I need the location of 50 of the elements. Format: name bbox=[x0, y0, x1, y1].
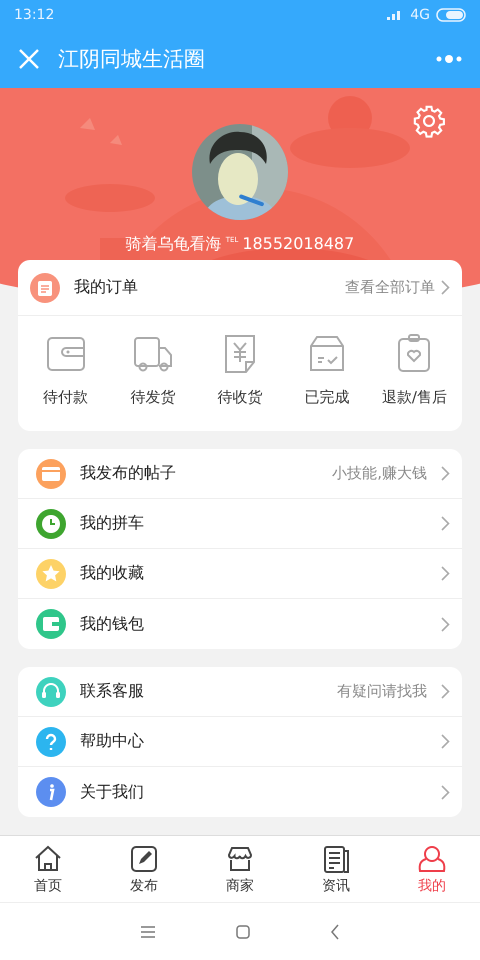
edit-icon bbox=[128, 843, 160, 875]
chevron-icon bbox=[441, 280, 450, 295]
menu-row[interactable]: 关于我们 bbox=[18, 767, 462, 817]
chevron-icon bbox=[441, 684, 450, 699]
order-status-button[interactable]: 待收货 bbox=[196, 332, 284, 407]
all-orders-link[interactable]: 查看全部订单 bbox=[345, 278, 450, 297]
user-icon bbox=[416, 843, 448, 875]
chevron-icon bbox=[441, 516, 450, 531]
chevron-icon bbox=[441, 466, 450, 481]
menu-label: 我发布的帖子 bbox=[80, 463, 177, 484]
more-icon[interactable] bbox=[436, 54, 462, 64]
menu-label: 帮助中心 bbox=[80, 731, 145, 752]
chevron-icon bbox=[441, 734, 450, 749]
nav-tab[interactable]: 商家 bbox=[192, 836, 288, 902]
menu-row[interactable]: 帮助中心 bbox=[18, 717, 462, 767]
menu-row[interactable]: 我的拼车 bbox=[18, 499, 462, 549]
nav-tab[interactable]: 首页 bbox=[0, 836, 96, 902]
battery-icon bbox=[436, 8, 466, 22]
menu-hint: 小技能,赚大钱 bbox=[332, 464, 427, 483]
chevron-icon bbox=[441, 566, 450, 581]
menu-row[interactable]: 联系客服 有疑问请找我 bbox=[18, 667, 462, 717]
chevron-icon bbox=[441, 784, 450, 800]
menu-label: 我的钱包 bbox=[80, 614, 145, 634]
status-time: 13:12 bbox=[14, 7, 54, 23]
order-status-button[interactable]: 退款/售后 bbox=[370, 332, 458, 407]
orders-title: 我的订单 bbox=[74, 277, 139, 298]
menu-label: 我的收藏 bbox=[80, 563, 145, 584]
menu-row[interactable]: 我的收藏 bbox=[18, 549, 462, 599]
menu-row[interactable]: 我发布的帖子 小技能,赚大钱 bbox=[18, 449, 462, 499]
close-icon[interactable] bbox=[18, 48, 40, 70]
nav-tab[interactable]: 发布 bbox=[96, 836, 192, 902]
menu-label: 我的拼车 bbox=[80, 513, 145, 534]
order-status-button[interactable]: 待发货 bbox=[109, 332, 196, 407]
settings-icon[interactable] bbox=[412, 104, 446, 138]
nav-tab[interactable]: 资讯 bbox=[288, 836, 384, 902]
home-square-icon[interactable] bbox=[236, 924, 250, 938]
menu-icon[interactable] bbox=[140, 924, 156, 938]
network-type: 4G bbox=[410, 7, 430, 23]
nav-tab[interactable]: 我的 bbox=[384, 836, 480, 902]
order-status-button[interactable]: 已完成 bbox=[284, 332, 371, 407]
menu-label: 联系客服 bbox=[80, 681, 145, 702]
window-title: 江阴同城生活圈 bbox=[58, 46, 206, 73]
back-icon[interactable] bbox=[330, 924, 340, 940]
menu-label: 关于我们 bbox=[80, 782, 145, 802]
user-name: 骑着乌龟看海 bbox=[126, 234, 222, 255]
menu-hint: 有疑问请找我 bbox=[337, 682, 427, 701]
phone-number: 18552018487 bbox=[242, 234, 354, 253]
chevron-icon bbox=[441, 616, 450, 632]
order-status-button[interactable]: 待付款 bbox=[22, 332, 110, 407]
menu-row[interactable]: 我的钱包 bbox=[18, 599, 462, 649]
